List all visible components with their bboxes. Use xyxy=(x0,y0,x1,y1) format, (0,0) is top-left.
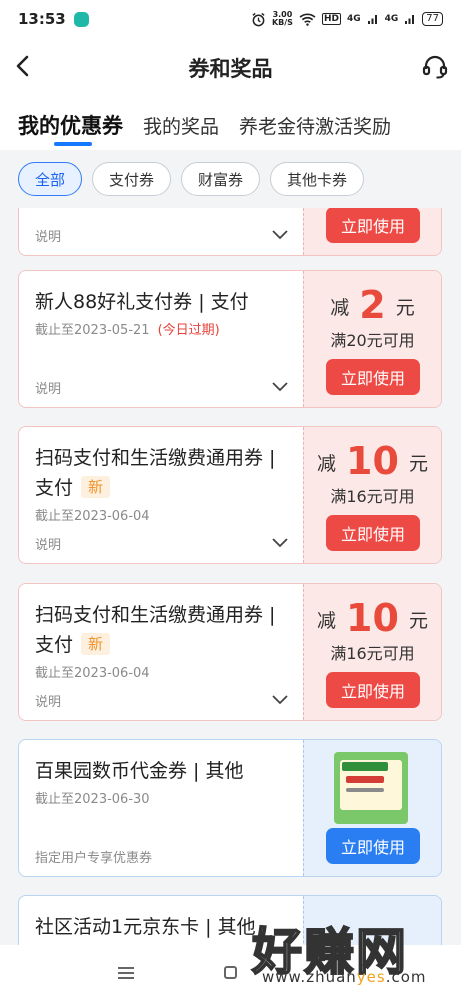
chevron-down-icon[interactable] xyxy=(271,225,289,243)
tab-pension-rewards[interactable]: 养老金待激活奖励 xyxy=(239,98,391,150)
alarm-icon xyxy=(252,12,265,26)
watermark-url-highlight: yes xyxy=(356,968,386,986)
coupon-amount-prefix: 减 xyxy=(317,610,337,632)
coupon-amount: 减 10 元 xyxy=(304,584,441,640)
chevron-down-icon[interactable] xyxy=(271,690,289,708)
coupon-card-value: 减2元 满20元可用 立即使用 xyxy=(303,271,441,407)
thumbnail-banner xyxy=(342,762,388,771)
coupon-note[interactable]: 说明 xyxy=(35,378,61,397)
coupon-thumbnail xyxy=(334,752,408,824)
coupon-amount-value: 10 xyxy=(346,596,399,640)
filter-chip-wealth[interactable]: 财富券 xyxy=(181,162,261,196)
coupon-amount-unit: 元 xyxy=(395,297,415,319)
coupon-expiry-row: 截止至2023-05-21 (今日过期) xyxy=(35,319,303,338)
home-icon[interactable] xyxy=(224,966,237,979)
coupon-card: 百果园数币代金券 | 其他 截止至2023-06-30 指定用户专享优惠券 立即… xyxy=(18,739,442,877)
watermark-url: www.zhuanyes.com xyxy=(262,968,427,986)
coupon-card-partial: 说明 立即使用 xyxy=(18,208,442,256)
thumbnail-ribbon xyxy=(346,776,384,783)
use-now-button[interactable]: 立即使用 xyxy=(326,828,420,864)
coupon-expiry-date: 截止至2023-06-04 xyxy=(35,509,150,524)
coupon-card: 扫码支付和生活缴费通用券 | 支付新 截止至2023-06-04 说明 减 10 元… xyxy=(18,426,442,564)
network-speed-unit: KB/S xyxy=(271,18,293,27)
wifi-icon xyxy=(299,13,316,26)
coupon-card-value: 立即使用 xyxy=(303,740,441,876)
coupon-amount-prefix: 减 xyxy=(317,453,337,475)
signal-icon-2 xyxy=(405,15,415,24)
app-notification-icon xyxy=(73,11,89,27)
coupon-card-info: 扫码支付和生活缴费通用券 | 支付新 截止至2023-06-04 说明 xyxy=(19,427,303,563)
coupon-card-info: 新人88好礼支付券 | 支付 截止至2023-05-21 (今日过期) 说明 xyxy=(19,271,303,407)
coupon-condition: 满20元可用 xyxy=(330,331,415,350)
chevron-down-icon[interactable] xyxy=(271,533,289,551)
coupon-list[interactable]: 说明 立即使用 新人88好礼支付券 | 支付 截止至2023-05-21 (今日过… xyxy=(0,208,461,945)
thumbnail-caption xyxy=(346,788,384,792)
coupon-title: 扫码支付和生活缴费通用券 | 支付新 xyxy=(35,600,303,660)
coupon-title: 扫码支付和生活缴费通用券 | 支付新 xyxy=(35,443,303,503)
battery-indicator: 77 xyxy=(422,12,443,26)
coupon-amount-unit: 元 xyxy=(408,453,428,475)
coupon-card-value: 减 10 元 满16元可用 立即使用 xyxy=(303,427,441,563)
status-time: 13:53 xyxy=(18,10,66,28)
coupon-card: 新人88好礼支付券 | 支付 截止至2023-05-21 (今日过期) 说明 减2… xyxy=(18,270,442,408)
tab-my-prizes[interactable]: 我的奖品 xyxy=(143,98,219,150)
coupon-amount-value: 2 xyxy=(359,283,386,327)
menu-icon[interactable] xyxy=(118,966,134,979)
hd-indicator: HD xyxy=(321,13,341,25)
coupon-amount-prefix: 减 xyxy=(330,297,350,319)
signal-4g-label: 4G xyxy=(346,14,361,24)
coupon-card-value: 减 10 元 满16元可用 立即使用 xyxy=(303,584,441,720)
coupon-title-text: 扫码支付和生活缴费通用券 | 支付 xyxy=(35,604,276,656)
coupon-card-info: 说明 xyxy=(19,208,303,255)
back-arrow-icon[interactable] xyxy=(10,52,38,80)
coupon-expiry-date: 截止至2023-05-21 xyxy=(35,323,150,338)
coupon-title-text: 扫码支付和生活缴费通用券 | 支付 xyxy=(35,447,276,499)
watermark-url-prefix: www.zhuan xyxy=(262,968,357,986)
use-now-button[interactable]: 立即使用 xyxy=(326,208,420,243)
new-badge: 新 xyxy=(81,476,111,498)
coupon-card-info: 扫码支付和生活缴费通用券 | 支付新 截止至2023-06-04 说明 xyxy=(19,584,303,720)
signal-4g-label-2: 4G xyxy=(384,14,399,24)
coupon-condition: 满16元可用 xyxy=(330,644,415,663)
coupon-card-info: 百果园数币代金券 | 其他 截止至2023-06-30 指定用户专享优惠券 xyxy=(19,740,303,876)
page-title: 券和奖品 xyxy=(188,57,273,81)
coupon-card: 扫码支付和生活缴费通用券 | 支付新 截止至2023-06-04 说明 减 10 元… xyxy=(18,583,442,721)
status-indicators: 3.00 KB/S HD 4G 4G 77 xyxy=(251,11,443,27)
coupon-card-value: 立即使用 xyxy=(303,208,441,255)
coupon-expiry-date: 截止至2023-06-30 xyxy=(35,792,150,807)
tab-bar: 我的优惠券 我的奖品 养老金待激活奖励 xyxy=(0,98,461,150)
filter-chips: 全部 支付券 财富券 其他卡券 xyxy=(0,150,461,208)
filter-chip-payment[interactable]: 支付券 xyxy=(92,162,172,196)
coupon-amount-unit: 元 xyxy=(408,610,428,632)
coupon-note[interactable]: 说明 xyxy=(35,534,61,553)
coupon-expire-today: (今日过期) xyxy=(157,323,220,338)
coupon-title: 新人88好礼支付券 | 支付 xyxy=(35,291,249,313)
coupon-amount: 减2元 xyxy=(304,271,441,327)
use-now-button[interactable]: 立即使用 xyxy=(326,515,420,551)
new-badge: 新 xyxy=(81,633,111,655)
use-now-button[interactable]: 立即使用 xyxy=(326,359,420,395)
use-now-button[interactable]: 立即使用 xyxy=(326,672,420,708)
watermark: 好赚网 www.zhuanyes.com xyxy=(251,912,452,992)
coupon-amount-value: 10 xyxy=(346,439,399,483)
coupon-title: 百果园数币代金券 | 其他 xyxy=(35,760,244,782)
coupon-note[interactable]: 说明 xyxy=(35,691,61,710)
coupon-amount: 减 10 元 xyxy=(304,427,441,483)
network-speed: 3.00 KB/S xyxy=(272,11,293,27)
signal-icon xyxy=(367,15,377,24)
coupon-condition: 满16元可用 xyxy=(330,487,415,506)
tab-my-coupons[interactable]: 我的优惠券 xyxy=(18,98,123,150)
chevron-down-icon[interactable] xyxy=(271,377,289,395)
header: 券和奖品 xyxy=(0,38,461,98)
filter-chip-all[interactable]: 全部 xyxy=(18,162,83,196)
coupon-note: 指定用户专享优惠券 xyxy=(35,851,153,866)
coupon-expiry-date: 截止至2023-06-04 xyxy=(35,666,150,681)
watermark-url-suffix: .com xyxy=(385,968,427,986)
status-bar: 13:53 3.00 KB/S HD 4G 4G 77 xyxy=(0,0,461,38)
filter-chip-other[interactable]: 其他卡券 xyxy=(270,162,365,196)
customer-service-icon[interactable] xyxy=(421,53,449,81)
coupon-note[interactable]: 说明 xyxy=(35,226,61,245)
